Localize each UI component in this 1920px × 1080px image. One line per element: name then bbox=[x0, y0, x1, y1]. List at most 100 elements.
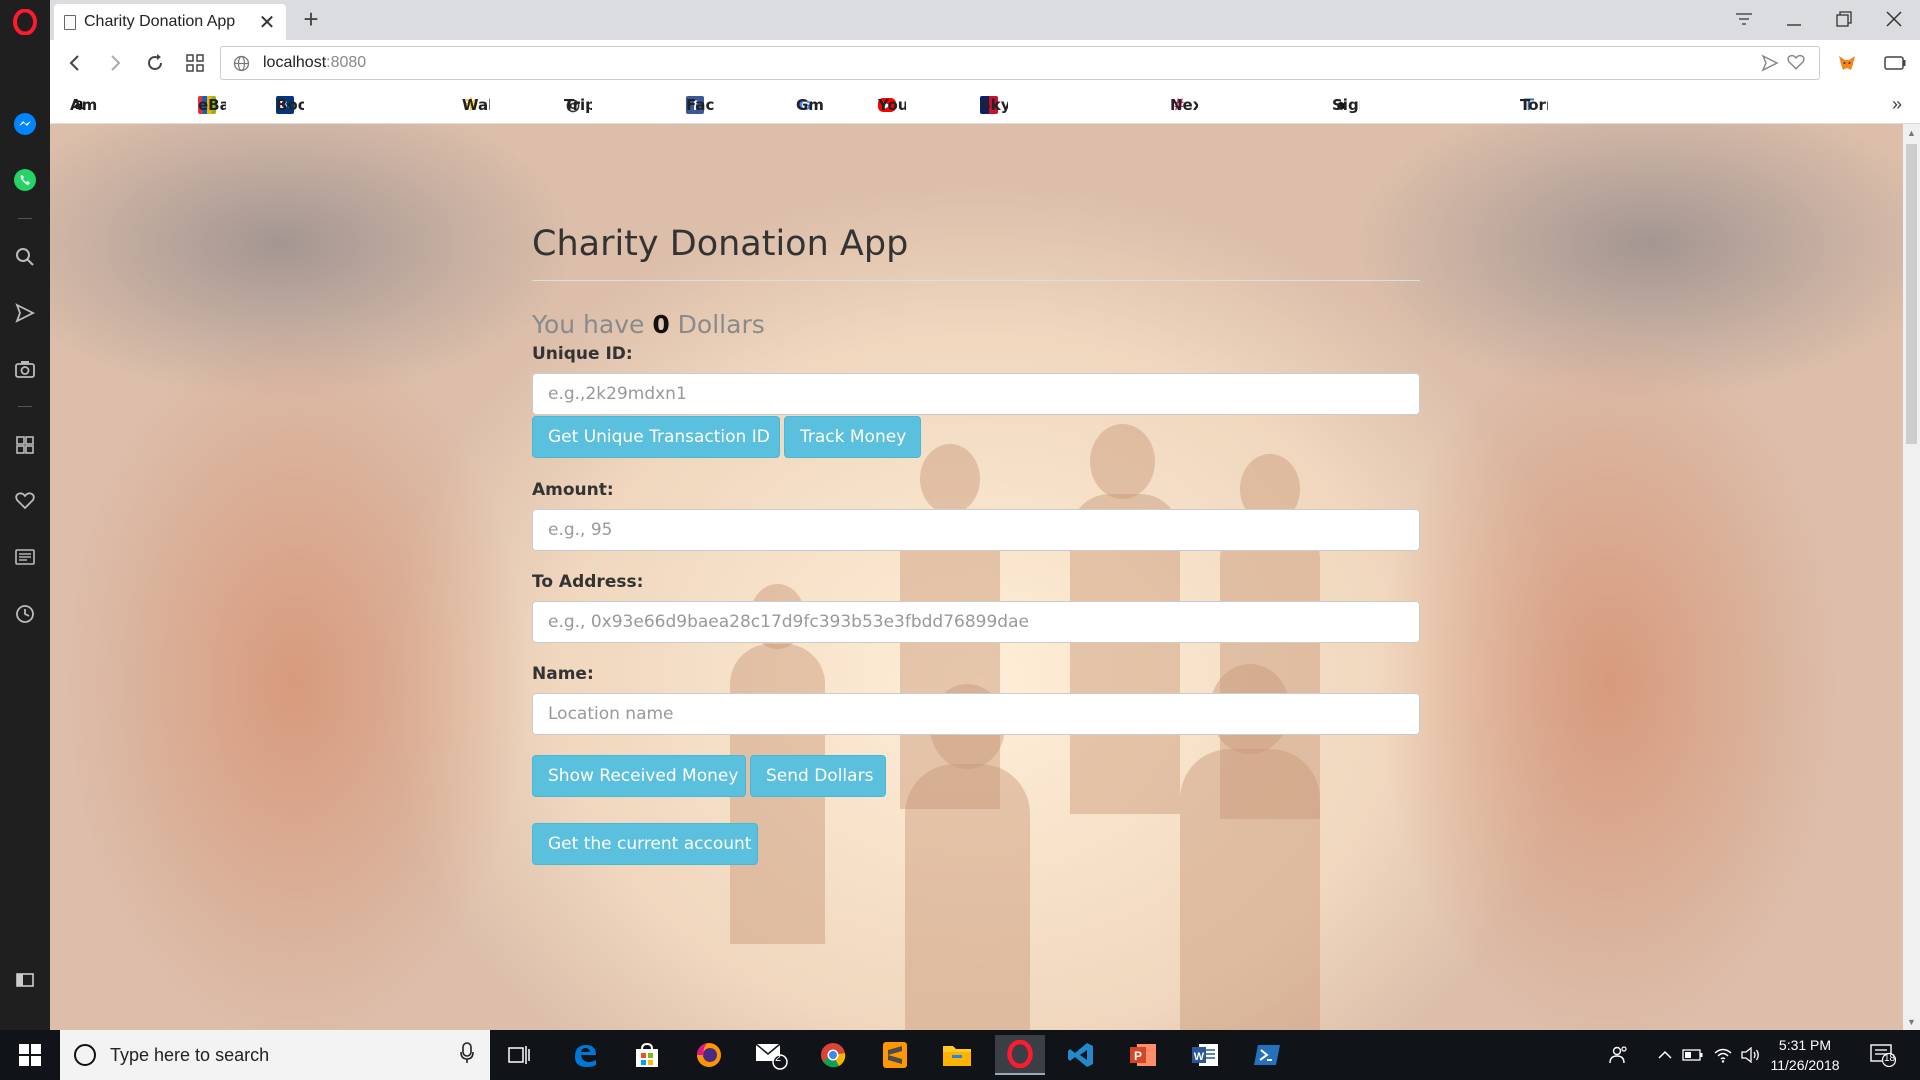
bookmark-label: Walmart bbox=[462, 96, 490, 114]
show-received-money-button[interactable]: Show Received Money bbox=[532, 755, 746, 797]
store-icon[interactable] bbox=[622, 1035, 672, 1075]
news-icon[interactable] bbox=[11, 543, 39, 571]
sidebar-toggle-icon[interactable] bbox=[11, 966, 39, 994]
bookmark-heart-icon[interactable] bbox=[1787, 54, 1805, 76]
bookmark-facebook[interactable]: f Facebook bbox=[686, 93, 714, 117]
firefox-icon[interactable] bbox=[684, 1035, 734, 1075]
more-bookmarks-button[interactable]: » bbox=[1892, 94, 1902, 115]
reload-button[interactable] bbox=[140, 48, 170, 78]
chrome-icon[interactable] bbox=[808, 1035, 858, 1075]
svg-text:W: W bbox=[1194, 1051, 1205, 1063]
battery-saver-icon[interactable] bbox=[1880, 48, 1910, 78]
wifi-icon[interactable] bbox=[1710, 1040, 1736, 1070]
powerpoint-icon[interactable]: P bbox=[1118, 1035, 1168, 1075]
history-icon[interactable] bbox=[11, 600, 39, 628]
svg-text:P: P bbox=[1134, 1049, 1142, 1063]
metamask-extension-icon[interactable] bbox=[1832, 48, 1862, 78]
task-view-icon[interactable] bbox=[494, 1035, 544, 1075]
camera-icon[interactable] bbox=[11, 355, 39, 383]
action-center-icon[interactable]: 18 bbox=[1866, 1040, 1900, 1070]
send-dollars-button[interactable]: Send Dollars bbox=[750, 755, 886, 797]
bookmark-walmart[interactable]: ✳ Walmart bbox=[462, 93, 490, 117]
title-divider bbox=[532, 280, 1420, 281]
cortana-icon bbox=[74, 1044, 96, 1066]
search-icon[interactable] bbox=[11, 243, 39, 271]
url-bar[interactable]: localhost:8080 bbox=[220, 46, 1820, 80]
bookmark-slack[interactable]: # Next Coders Slack bbox=[1170, 93, 1198, 117]
restore-button[interactable] bbox=[1824, 4, 1864, 34]
tab-charity-donation-app[interactable]: Charity Donation App ✕ bbox=[54, 4, 286, 40]
bookmark-gmail[interactable]: G Gmail bbox=[796, 93, 824, 117]
page-scrollbar[interactable]: ▲ ▼ bbox=[1903, 124, 1920, 1030]
start-button[interactable] bbox=[0, 1030, 60, 1080]
tab-close-button[interactable]: ✕ bbox=[258, 10, 276, 35]
track-money-button[interactable]: Track Money bbox=[784, 416, 921, 458]
url-text: localhost:8080 bbox=[263, 54, 366, 72]
send-page-icon[interactable] bbox=[1761, 54, 1779, 77]
bookmark-label: Torrent Search torren bbox=[1520, 96, 1548, 114]
sublime-text-icon[interactable] bbox=[870, 1035, 920, 1075]
bookmark-label: Amazon.com bbox=[70, 96, 98, 114]
windows-taskbar: Type here to search 2 P W 5:31 PM 11/26/… bbox=[0, 1030, 1920, 1080]
heart-icon[interactable] bbox=[11, 487, 39, 515]
people-icon[interactable] bbox=[1606, 1040, 1632, 1070]
bookmark-label: Facebook bbox=[686, 96, 714, 114]
forward-button[interactable] bbox=[100, 48, 130, 78]
new-tab-button[interactable]: + bbox=[296, 4, 326, 34]
balance-value: 0 bbox=[652, 310, 670, 339]
close-window-button[interactable] bbox=[1874, 4, 1914, 34]
bookmark-label: Sky Sports - Sports N bbox=[980, 96, 1008, 114]
bookmark-ebay[interactable]: eBay bbox=[198, 93, 226, 117]
bookmark-youtube[interactable]: ▶ YouTube bbox=[878, 93, 906, 117]
url-host: localhost bbox=[263, 54, 327, 71]
bookmark-label: eBay bbox=[198, 96, 226, 114]
speed-dial-button[interactable] bbox=[180, 48, 210, 78]
file-explorer-icon[interactable] bbox=[932, 1035, 982, 1075]
bookmark-label: YouTube bbox=[878, 96, 906, 114]
bookmark-sky-sports[interactable]: Sky Sports - Sports N bbox=[980, 93, 1008, 117]
scroll-down-arrow[interactable]: ▼ bbox=[1903, 1013, 1920, 1030]
bookmark-torrent[interactable]: T Torrent Search torren bbox=[1520, 93, 1548, 117]
scroll-up-arrow[interactable]: ▲ bbox=[1903, 124, 1920, 141]
back-button[interactable] bbox=[60, 48, 90, 78]
amount-input[interactable] bbox=[532, 509, 1420, 551]
unique-id-input[interactable] bbox=[532, 373, 1420, 415]
powershell-icon[interactable] bbox=[1242, 1035, 1292, 1075]
taskbar-clock[interactable]: 5:31 PM 11/26/2018 bbox=[1760, 1035, 1850, 1075]
whatsapp-icon[interactable] bbox=[11, 166, 39, 194]
get-current-account-button[interactable]: Get the current account bbox=[532, 823, 758, 865]
name-input[interactable] bbox=[532, 693, 1420, 735]
bookmark-github[interactable]: ● Sign in to GitHub · Gi bbox=[1332, 93, 1360, 117]
edge-icon[interactable] bbox=[560, 1035, 610, 1075]
taskbar-search-box[interactable]: Type here to search bbox=[60, 1030, 490, 1080]
clock-date: 11/26/2018 bbox=[1770, 1057, 1840, 1073]
tab-menu-icon[interactable] bbox=[1724, 4, 1764, 34]
minimize-button[interactable] bbox=[1774, 4, 1814, 34]
opera-menu-icon[interactable] bbox=[11, 8, 39, 36]
to-address-input[interactable] bbox=[532, 601, 1420, 643]
battery-icon[interactable] bbox=[1680, 1040, 1706, 1070]
page-title: Charity Donation App bbox=[532, 224, 909, 264]
balance-prefix: You have bbox=[532, 310, 653, 339]
mail-icon[interactable]: 2 bbox=[746, 1035, 796, 1075]
scrollbar-thumb[interactable] bbox=[1906, 144, 1917, 444]
bookmark-label: Booking.com: Cheap bbox=[276, 96, 304, 114]
opera-taskbar-icon[interactable] bbox=[995, 1035, 1045, 1075]
bookmark-tripadvisor[interactable]: ◎ TripAdvisor bbox=[564, 93, 592, 117]
bookmark-booking[interactable]: B. Booking.com: Cheap bbox=[276, 93, 304, 117]
vscode-icon[interactable] bbox=[1056, 1035, 1106, 1075]
send-icon[interactable] bbox=[11, 299, 39, 327]
sidebar-separator bbox=[18, 218, 32, 219]
to-address-label: To Address: bbox=[532, 572, 644, 592]
bookmark-amazon[interactable]: a Amazon.com bbox=[70, 93, 98, 117]
balance-suffix: Dollars bbox=[669, 310, 765, 339]
get-unique-id-button[interactable]: Get Unique Transaction ID bbox=[532, 416, 780, 458]
speed-dial-icon[interactable] bbox=[11, 431, 39, 459]
microphone-icon[interactable] bbox=[460, 1041, 474, 1069]
word-icon[interactable]: W bbox=[1180, 1035, 1230, 1075]
chevron-up-icon[interactable] bbox=[1652, 1040, 1678, 1070]
messenger-icon[interactable] bbox=[11, 110, 39, 138]
tab-bar: Charity Donation App ✕ + bbox=[50, 0, 1920, 40]
bookmark-label: Next Coders Slack bbox=[1170, 96, 1198, 114]
amount-label: Amount: bbox=[532, 480, 614, 500]
